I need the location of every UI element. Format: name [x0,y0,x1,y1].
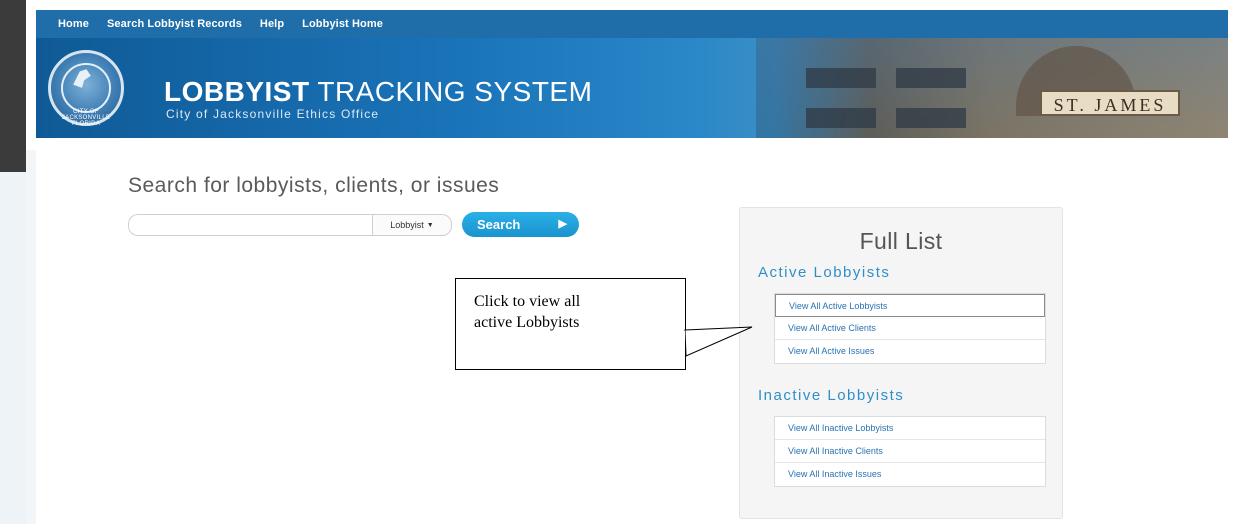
caret-down-icon: ▼ [426,221,434,229]
left-light-strip [0,172,26,524]
callout-line-2: active Lobbyists [474,314,580,331]
site-banner: ST. JAMES CITY OF JACKSONVILLE FLORIDA L… [36,38,1228,138]
site-title-bold: LOBBYIST [164,76,310,107]
annotation-callout: Click to view all active Lobbyists [455,278,686,370]
view-all-active-clients-link[interactable]: View All Active Clients [775,317,1045,340]
search-heading: Search for lobbyists, clients, or issues [128,174,500,197]
search-button[interactable]: Search ▶ [462,212,579,237]
full-list-title: Full List [859,228,943,254]
search-type-label: Lobbyist [390,220,424,230]
nav-search-records-link[interactable]: Search Lobbyist Records [107,18,242,30]
search-type-dropdown[interactable]: Lobbyist ▼ [372,214,452,236]
building-window [806,108,876,128]
view-all-active-lobbyists-link[interactable]: View All Active Lobbyists [775,294,1045,317]
nav-lobbyist-home-link[interactable]: Lobbyist Home [302,18,383,30]
inactive-list: View All Inactive Lobbyists View All Ina… [774,416,1046,487]
callout-pointer-icon [684,326,753,357]
view-all-inactive-issues-link[interactable]: View All Inactive Issues [775,463,1045,486]
full-list-panel: Full List Active Lobbyists View All Acti… [739,207,1063,519]
site-title: LOBBYIST TRACKING SYSTEM [164,76,592,108]
site-subtitle: City of Jacksonville Ethics Office [166,107,380,121]
search-button-label: Search [477,217,521,232]
search-input[interactable] [128,214,389,236]
top-navigation: Home Search Lobbyist Records Help Lobbyi… [36,10,1228,38]
view-all-active-issues-link[interactable]: View All Active Issues [775,340,1045,363]
building-window [896,108,966,128]
inactive-lobbyists-heading: Inactive Lobbyists [758,387,905,404]
active-lobbyists-heading: Active Lobbyists [758,264,891,281]
building-window [896,68,966,88]
callout-line-1: Click to view all [474,293,581,310]
nav-home-link[interactable]: Home [58,18,89,30]
nav-help-link[interactable]: Help [260,18,284,30]
building-window [806,68,876,88]
left-gutter [26,150,36,524]
view-all-inactive-lobbyists-link[interactable]: View All Inactive Lobbyists [775,417,1045,440]
building-sign: ST. JAMES [1040,90,1180,116]
active-list: View All Active Lobbyists View All Activ… [774,293,1046,364]
seal-text: CITY OF JACKSONVILLE FLORIDA [61,109,111,127]
play-arrow-icon: ▶ [558,218,567,230]
city-seal-logo[interactable]: CITY OF JACKSONVILLE FLORIDA [48,50,124,127]
site-title-rest: TRACKING SYSTEM [309,76,593,107]
view-all-inactive-clients-link[interactable]: View All Inactive Clients [775,440,1045,463]
